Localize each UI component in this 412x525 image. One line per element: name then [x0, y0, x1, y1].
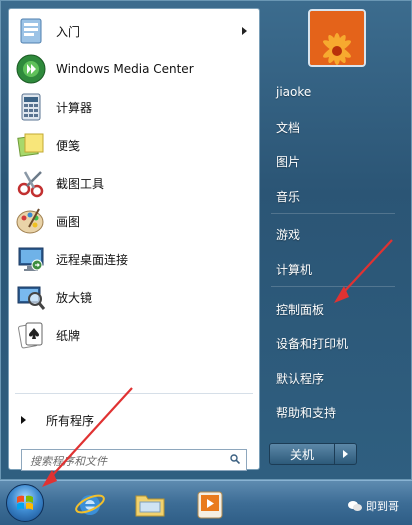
sticky-notes-icon [15, 129, 47, 161]
file-explorer-icon[interactable] [132, 486, 168, 522]
computer-link[interactable]: 计算机 [269, 256, 399, 282]
default-programs-link[interactable]: 默认程序 [269, 365, 399, 391]
calculator-icon [15, 91, 47, 123]
app-item-label: 计算器 [56, 100, 93, 115]
app-item-label: 截图工具 [56, 176, 105, 191]
menu-divider [271, 286, 395, 287]
pictures-link[interactable]: 图片 [269, 148, 399, 174]
user-name-link[interactable]: jiaoke [269, 79, 399, 105]
app-item-calculator[interactable]: 计算器 [11, 89, 257, 125]
wechat-icon [348, 501, 362, 511]
menu-divider [271, 213, 395, 214]
search-input[interactable] [28, 451, 222, 471]
app-item-label: 画图 [56, 214, 81, 229]
chevron-right-icon [343, 450, 348, 458]
app-item-label: 便笺 [56, 138, 81, 153]
app-item-paint[interactable]: 画图 [11, 203, 257, 239]
start-menu: 入门 Windows Media Center 计算器 便笺 截图工具 画图 远… [0, 0, 412, 480]
music-link[interactable]: 音乐 [269, 183, 399, 209]
start-button[interactable] [6, 484, 44, 522]
app-item-snipping-tool[interactable]: 截图工具 [11, 165, 257, 201]
app-item-remote-desktop[interactable]: 远程桌面连接 [11, 241, 257, 277]
internet-explorer-icon[interactable] [72, 486, 108, 522]
expand-arrow-icon [21, 416, 26, 424]
help-support-link[interactable]: 帮助和支持 [269, 399, 399, 425]
app-item-windows-media-center[interactable]: Windows Media Center [11, 51, 257, 87]
watermark: 即到哥 [348, 498, 399, 514]
search-icon[interactable] [230, 454, 240, 464]
user-avatar[interactable] [308, 9, 366, 67]
app-item-label: 远程桌面连接 [56, 252, 129, 267]
flower-picture-icon [310, 11, 364, 65]
search-box[interactable] [21, 449, 247, 471]
windows-media-center-icon [15, 53, 47, 85]
watermark-text: 即到哥 [366, 500, 399, 513]
snipping-tool-icon [15, 167, 47, 199]
documents-link[interactable]: 文档 [269, 114, 399, 140]
submenu-arrow-icon [242, 27, 247, 35]
shutdown-button[interactable]: 关机 [269, 443, 335, 465]
getting-started-icon [15, 15, 47, 47]
paint-icon [15, 205, 47, 237]
app-item-getting-started[interactable]: 入门 [11, 13, 257, 49]
app-item-label: 纸牌 [56, 328, 81, 343]
app-item-label: Windows Media Center [56, 62, 194, 76]
remote-desktop-icon [15, 243, 47, 275]
app-item-label: 入门 [56, 24, 81, 39]
app-item-magnifier[interactable]: 放大镜 [11, 279, 257, 315]
pane-divider [15, 393, 253, 394]
games-link[interactable]: 游戏 [269, 221, 399, 247]
magnifier-icon [15, 281, 47, 313]
shutdown-options-button[interactable] [335, 443, 357, 465]
devices-printers-link[interactable]: 设备和打印机 [269, 330, 399, 356]
media-player-icon[interactable] [192, 486, 228, 522]
app-item-sticky-notes[interactable]: 便笺 [11, 127, 257, 163]
all-programs-button[interactable]: 所有程序 [11, 407, 257, 433]
windows-logo-icon [17, 495, 33, 510]
app-item-solitaire[interactable]: 纸牌 [11, 317, 257, 353]
all-programs-label: 所有程序 [46, 413, 95, 428]
app-item-label: 放大镜 [56, 290, 93, 305]
programs-pane: 入门 Windows Media Center 计算器 便笺 截图工具 画图 远… [8, 8, 260, 471]
control-panel-link[interactable]: 控制面板 [269, 296, 399, 322]
solitaire-icon [15, 319, 47, 351]
